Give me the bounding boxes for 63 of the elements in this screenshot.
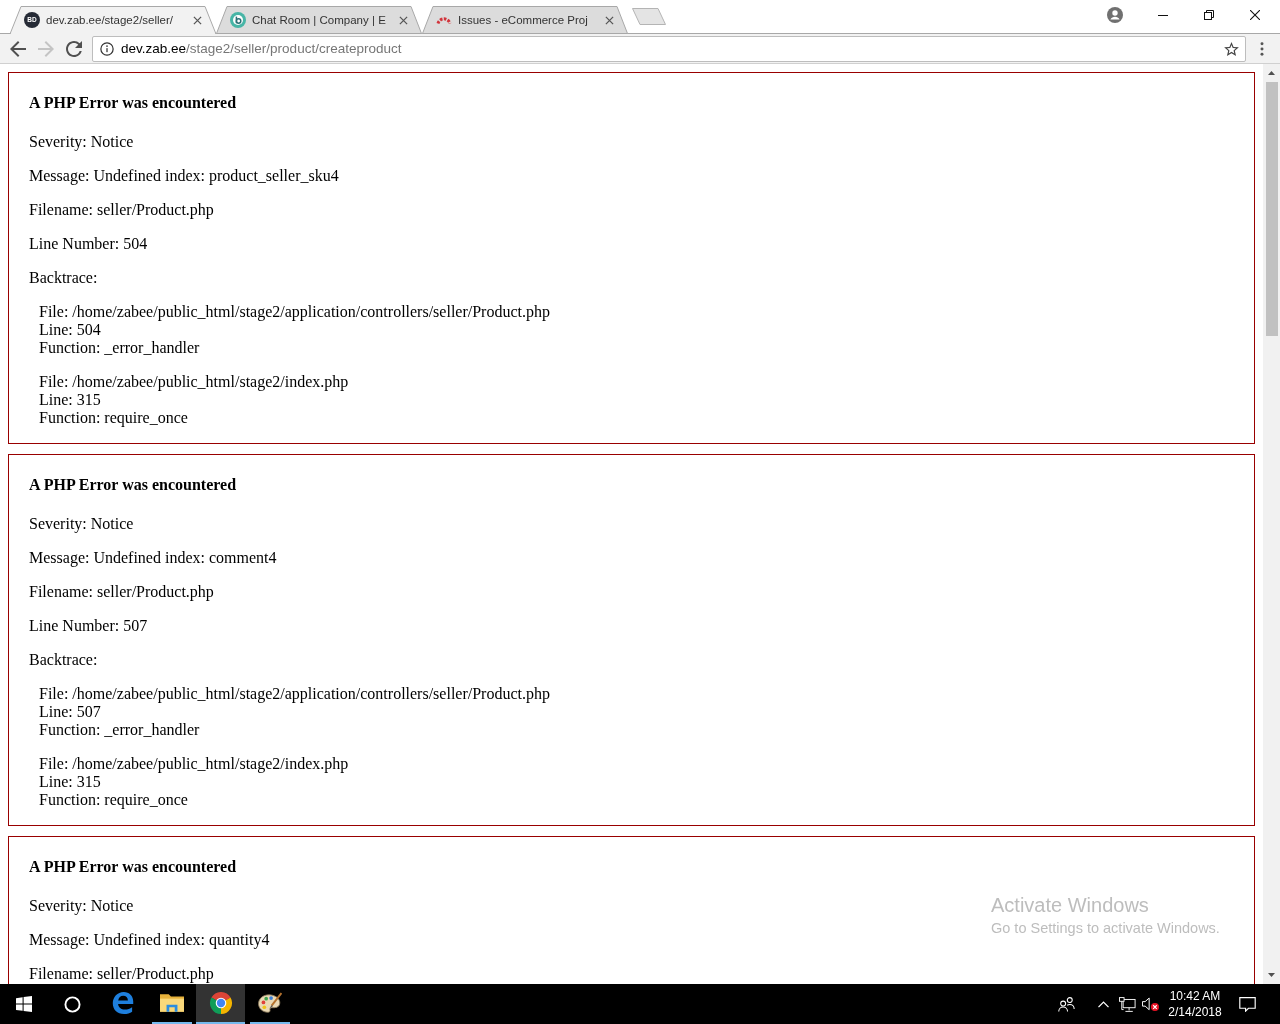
backtrace-line-number: Line: 315 — [39, 773, 101, 791]
address-field[interactable]: dev.zab.ee/stage2/seller/product/createproduct — [92, 35, 1246, 62]
error-detail: Line Number: 504 — [29, 235, 148, 253]
backtrace-line-number: Line: 315 — [39, 391, 101, 409]
backtrace-line-number: Line: 504 — [39, 321, 101, 339]
scrollbar[interactable] — [1263, 64, 1280, 984]
round-logo-icon — [208, 992, 233, 1014]
people-icon[interactable] — [1057, 996, 1075, 1012]
backtrace-function: Function: require_once — [39, 409, 188, 427]
error-detail: Line Number: 507 — [29, 617, 148, 635]
backtrace-file: File: /home/zabee/public_html/stage2/application/controllers/seller/Product.php — [39, 303, 550, 321]
ring-icon — [63, 995, 81, 1013]
backtrace-file: File: /home/zabee/public_html/stage2/index.php — [39, 755, 349, 773]
error-detail: Severity: Notice — [29, 133, 134, 151]
circle-logo-icon — [230, 12, 246, 28]
menu-icon[interactable] — [1260, 41, 1264, 56]
error-heading: A PHP Error was encountered — [29, 476, 237, 494]
scroll-up-icon[interactable] — [1268, 71, 1275, 75]
scroll-down-icon[interactable] — [1268, 973, 1275, 977]
backtrace-function: Function: _error_handler — [39, 339, 200, 357]
backtrace-line-number: Line: 507 — [39, 703, 101, 721]
four-panes-icon — [16, 996, 32, 1012]
reload-icon[interactable] — [66, 40, 82, 57]
tab[interactable]: Issues - eCommerce Proj — [422, 6, 628, 34]
palette-icon — [257, 992, 282, 1014]
backtrace-function: Function: require_once — [39, 791, 188, 809]
message-bubble-icon[interactable] — [1238, 996, 1256, 1012]
error-detail: Severity: Notice — [29, 897, 134, 915]
backtrace-function: Function: _error_handler — [39, 721, 200, 739]
tab[interactable]: Chat Room | Company | E — [216, 6, 422, 34]
folder-icon — [159, 992, 184, 1014]
error-detail: Message: Undefined index: quantity4 — [29, 931, 270, 949]
arc-logo-icon — [436, 15, 452, 25]
speaker-icon[interactable] — [1141, 996, 1159, 1012]
backtrace-file: File: /home/zabee/public_html/stage2/index.php — [39, 373, 349, 391]
error-heading: A PHP Error was encountered — [29, 858, 237, 876]
chevron-up-icon[interactable] — [1097, 1000, 1109, 1008]
clock-time[interactable]: 10:42 AM — [1169, 988, 1221, 1004]
error-detail: Message: Undefined index: product_seller_sku4 — [29, 167, 339, 185]
minimize-icon[interactable] — [1158, 14, 1168, 16]
monitor-icon[interactable] — [1118, 996, 1136, 1012]
error-detail: Filename: seller/Product.php — [29, 583, 214, 601]
info-icon[interactable] — [100, 41, 114, 56]
activation-text: Go to Settings to activate Windows. — [991, 919, 1220, 937]
backtrace-label: Backtrace: — [29, 651, 98, 669]
e-logo-icon — [110, 992, 135, 1014]
error-detail: Filename: seller/Product.php — [29, 201, 214, 219]
error-detail: Severity: Notice — [29, 515, 134, 533]
error-heading: A PHP Error was encountered — [29, 94, 237, 112]
activation-title: Activate Windows — [991, 893, 1149, 917]
backtrace-file: File: /home/zabee/public_html/stage2/application/controllers/seller/Product.php — [39, 685, 550, 703]
clock-date[interactable]: 2/14/2018 — [1168, 1004, 1222, 1020]
error-detail: Message: Undefined index: comment4 — [29, 549, 277, 567]
error-detail: Filename: seller/Product.php — [29, 965, 214, 983]
scrollbar-thumb[interactable] — [1265, 82, 1278, 336]
backtrace-label: Backtrace: — [29, 269, 98, 287]
star-icon[interactable] — [1224, 41, 1239, 56]
profile-icon[interactable] — [1107, 7, 1123, 23]
close-icon[interactable] — [1250, 10, 1260, 20]
taskbar-button[interactable] — [196, 984, 245, 1024]
back-arrow-icon[interactable] — [10, 40, 26, 57]
close-icon[interactable] — [193, 15, 202, 25]
restore-icon[interactable] — [1204, 10, 1214, 20]
